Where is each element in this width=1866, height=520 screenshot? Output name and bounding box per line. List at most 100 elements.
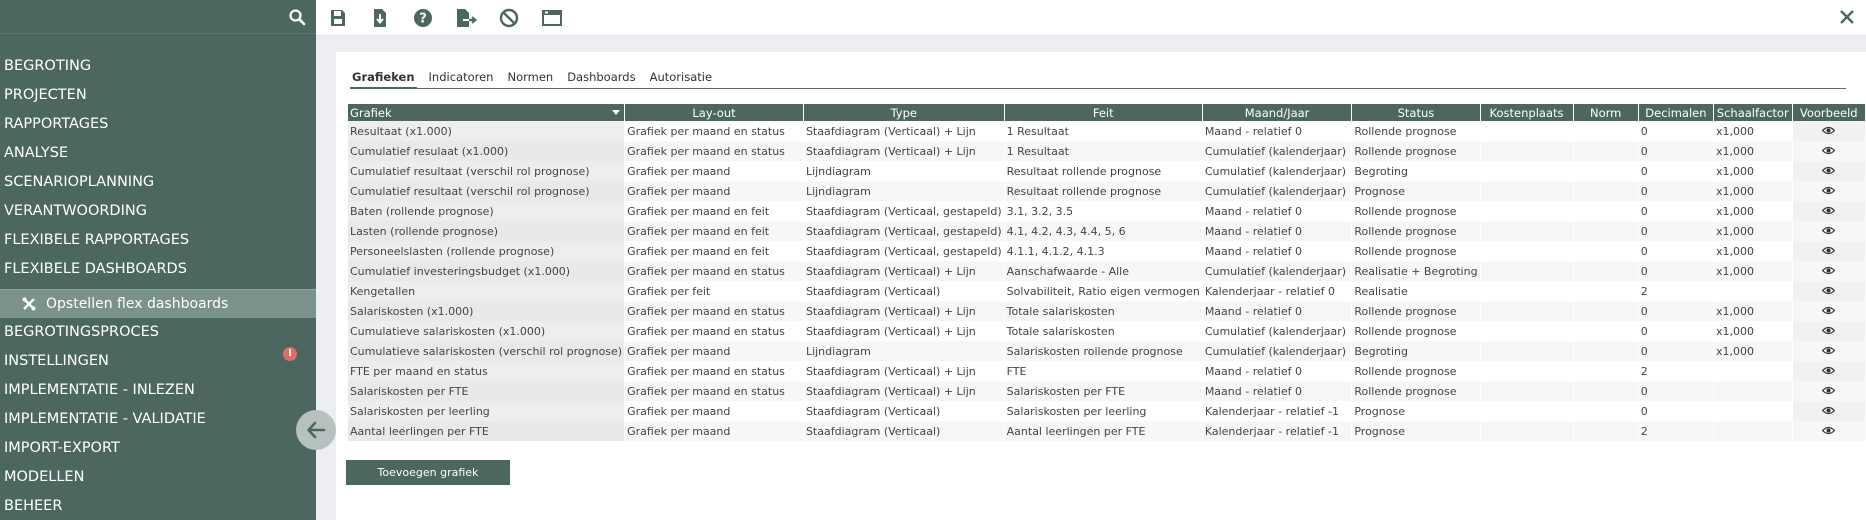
eye-icon[interactable] (1821, 206, 1836, 215)
eye-icon[interactable] (1821, 186, 1836, 195)
close-icon[interactable] (1836, 6, 1858, 28)
sidebar-item-begroting[interactable]: BEGROTING (0, 52, 316, 81)
table-row[interactable]: Resultaat (x1.000) Grafiek per maand en s… (348, 121, 1866, 141)
cancel-button[interactable] (497, 6, 521, 30)
eye-icon[interactable] (1821, 266, 1836, 275)
table-cell: x1,000 (1713, 301, 1793, 321)
table-row[interactable]: Cumulatief resulaat (x1.000) Grafiek per … (348, 141, 1866, 161)
download-button[interactable] (368, 6, 392, 30)
sidebar-item-verantwoording[interactable]: VERANTWOORDING (0, 197, 316, 226)
sidebar-item-import-export[interactable]: IMPORT-EXPORT (0, 434, 316, 463)
help-button[interactable]: ? (411, 6, 435, 30)
table-row[interactable]: Personeelslasten (rollende prognose) Graf… (348, 241, 1866, 261)
charts-table: Grafiek Lay-out Type Feit Maand/Jaar Status Ko… (348, 104, 1866, 441)
eye-icon[interactable] (1821, 366, 1836, 375)
eye-icon[interactable] (1821, 286, 1836, 295)
table-row[interactable]: Cumulatieve salariskosten (x1.000) Grafie… (348, 321, 1866, 341)
table-row[interactable]: Kengetallen Grafiek per feit Staafdiagram … (348, 281, 1866, 301)
table-cell: 1 Resultaat (1004, 121, 1203, 141)
table-row[interactable]: Cumulatieve salariskosten (verschil rol … (348, 341, 1866, 361)
column-header-schaalfactor[interactable]: Schaalfactor (1713, 104, 1793, 121)
sort-caret-icon[interactable] (612, 110, 621, 115)
table-row[interactable]: Salariskosten per leerling Grafiek per ma… (348, 401, 1866, 421)
eye-icon[interactable] (1821, 126, 1836, 135)
table-row[interactable]: Salariskosten (x1.000) Grafiek per maand … (348, 301, 1866, 321)
column-header-decimalen[interactable]: Decimalen (1638, 104, 1715, 121)
table-cell: Cumulatief investeringsbudget (x1.000) (348, 261, 626, 281)
table-cell: Kengetallen (348, 281, 626, 301)
table-row[interactable]: Salariskosten per FTE Grafiek per maand e… (348, 381, 1866, 401)
table-cell: Salariskosten per FTE (1004, 381, 1203, 401)
preview-cell (1792, 361, 1866, 381)
column-header-grafiek[interactable]: Grafiek (348, 104, 626, 121)
table-row[interactable]: Aantal leerlingen per FTE Grafiek per maa… (348, 421, 1866, 441)
eye-icon[interactable] (1821, 406, 1836, 415)
sidebar-item-flexibele-dashboards[interactable]: FLEXIBELE DASHBOARDS (0, 255, 316, 284)
sidebar-item-flexibele-rapportages[interactable]: FLEXIBELE RAPPORTAGES (0, 226, 316, 255)
sidebar-item-modellen[interactable]: MODELLEN (0, 463, 316, 492)
table-cell: FTE (1004, 361, 1203, 381)
tab-autorisatie[interactable]: Autorisatie (648, 69, 714, 89)
column-header-status[interactable]: Status (1351, 104, 1481, 121)
sidebar-item-implementatie-inlezen[interactable]: IMPLEMENTATIE - INLEZEN (0, 376, 316, 405)
sidebar-item-label: BEHEER (4, 498, 63, 514)
table-cell (1573, 221, 1639, 241)
sidebar-item-beheer[interactable]: BEHEER (0, 492, 316, 520)
column-header-norm[interactable]: Norm (1573, 104, 1639, 121)
table-row[interactable]: Cumulatief resultaat (verschil rol progn… (348, 161, 1866, 181)
column-header-maand-jaar[interactable]: Maand/Jaar (1202, 104, 1353, 121)
table-row[interactable]: Cumulatief resultaat (verschil rol progn… (348, 181, 1866, 201)
eye-icon[interactable] (1821, 146, 1836, 155)
column-header-kostenplaats[interactable]: Kostenplaats (1480, 104, 1574, 121)
table-row[interactable]: Lasten (rollende prognose) Grafiek per ma… (348, 221, 1866, 241)
eye-icon[interactable] (1821, 426, 1836, 435)
eye-icon[interactable] (1821, 346, 1836, 355)
collapse-sidebar-button[interactable] (296, 410, 336, 450)
export-button[interactable] (454, 6, 478, 30)
sidebar-item-projecten[interactable]: PROJECTEN (0, 81, 316, 110)
tab-normen[interactable]: Normen (505, 69, 555, 89)
table-cell (1480, 421, 1574, 441)
tab-grafieken[interactable]: Grafieken (350, 69, 417, 89)
arrow-left-icon (307, 421, 326, 439)
table-cell: x1,000 (1713, 341, 1793, 361)
save-button[interactable] (326, 6, 350, 30)
eye-icon[interactable] (1821, 326, 1836, 335)
column-header-feit[interactable]: Feit (1004, 104, 1203, 121)
eye-icon[interactable] (1821, 306, 1836, 315)
tab-indicatoren[interactable]: Indicatoren (427, 69, 496, 89)
preview-cell (1792, 161, 1866, 181)
table-cell: Rollende prognose (1351, 221, 1481, 241)
tab-dashboards[interactable]: Dashboards (565, 69, 637, 89)
column-header-voorbeeld[interactable]: Voorbeeld (1792, 104, 1866, 121)
sidebar-subitem-opstellen-flex-dashboards[interactable]: Opstellen flex dashboards (0, 289, 316, 318)
table-cell: Salariskosten per FTE (348, 381, 626, 401)
search-input[interactable] (0, 0, 280, 34)
table-cell: 0 (1638, 121, 1715, 141)
column-header-lay-out[interactable]: Lay-out (624, 104, 804, 121)
sidebar-item-scenarioplanning[interactable]: SCENARIOPLANNING (0, 168, 316, 197)
eye-icon[interactable] (1821, 226, 1836, 235)
sidebar-item-rapportages[interactable]: RAPPORTAGES (0, 110, 316, 139)
table-row[interactable]: FTE per maand en status Grafiek per maand… (348, 361, 1866, 381)
table-cell (1573, 361, 1639, 381)
sidebar-item-implementatie-validatie[interactable]: IMPLEMENTATIE - VALIDATIE (0, 405, 316, 434)
table-cell: Grafiek per maand en status (624, 361, 804, 381)
add-chart-button[interactable]: Toevoegen grafiek (346, 460, 510, 485)
sidebar-item-analyse[interactable]: ANALYSE (0, 139, 316, 168)
sidebar-item-begrotingsproces[interactable]: BEGROTINGSPROCES (0, 318, 316, 347)
column-header-type[interactable]: Type (803, 104, 1005, 121)
table-row[interactable]: Baten (rollende prognose) Grafiek per maa… (348, 201, 1866, 221)
search-icon[interactable] (288, 8, 306, 26)
window-button[interactable] (540, 6, 564, 30)
eye-icon[interactable] (1821, 166, 1836, 175)
table-cell (1713, 401, 1793, 421)
table-cell: Salariskosten per leerling (348, 401, 626, 421)
eye-icon[interactable] (1821, 246, 1836, 255)
table-cell: 3.1, 3.2, 3.5 (1004, 201, 1203, 221)
table-row[interactable]: Cumulatief investeringsbudget (x1.000) Gr… (348, 261, 1866, 281)
eye-icon[interactable] (1821, 386, 1836, 395)
table-cell (1480, 381, 1574, 401)
table-cell: Aantal leerlingen per FTE (348, 421, 626, 441)
sidebar-item-instellingen[interactable]: INSTELLINGEN! (0, 347, 316, 376)
